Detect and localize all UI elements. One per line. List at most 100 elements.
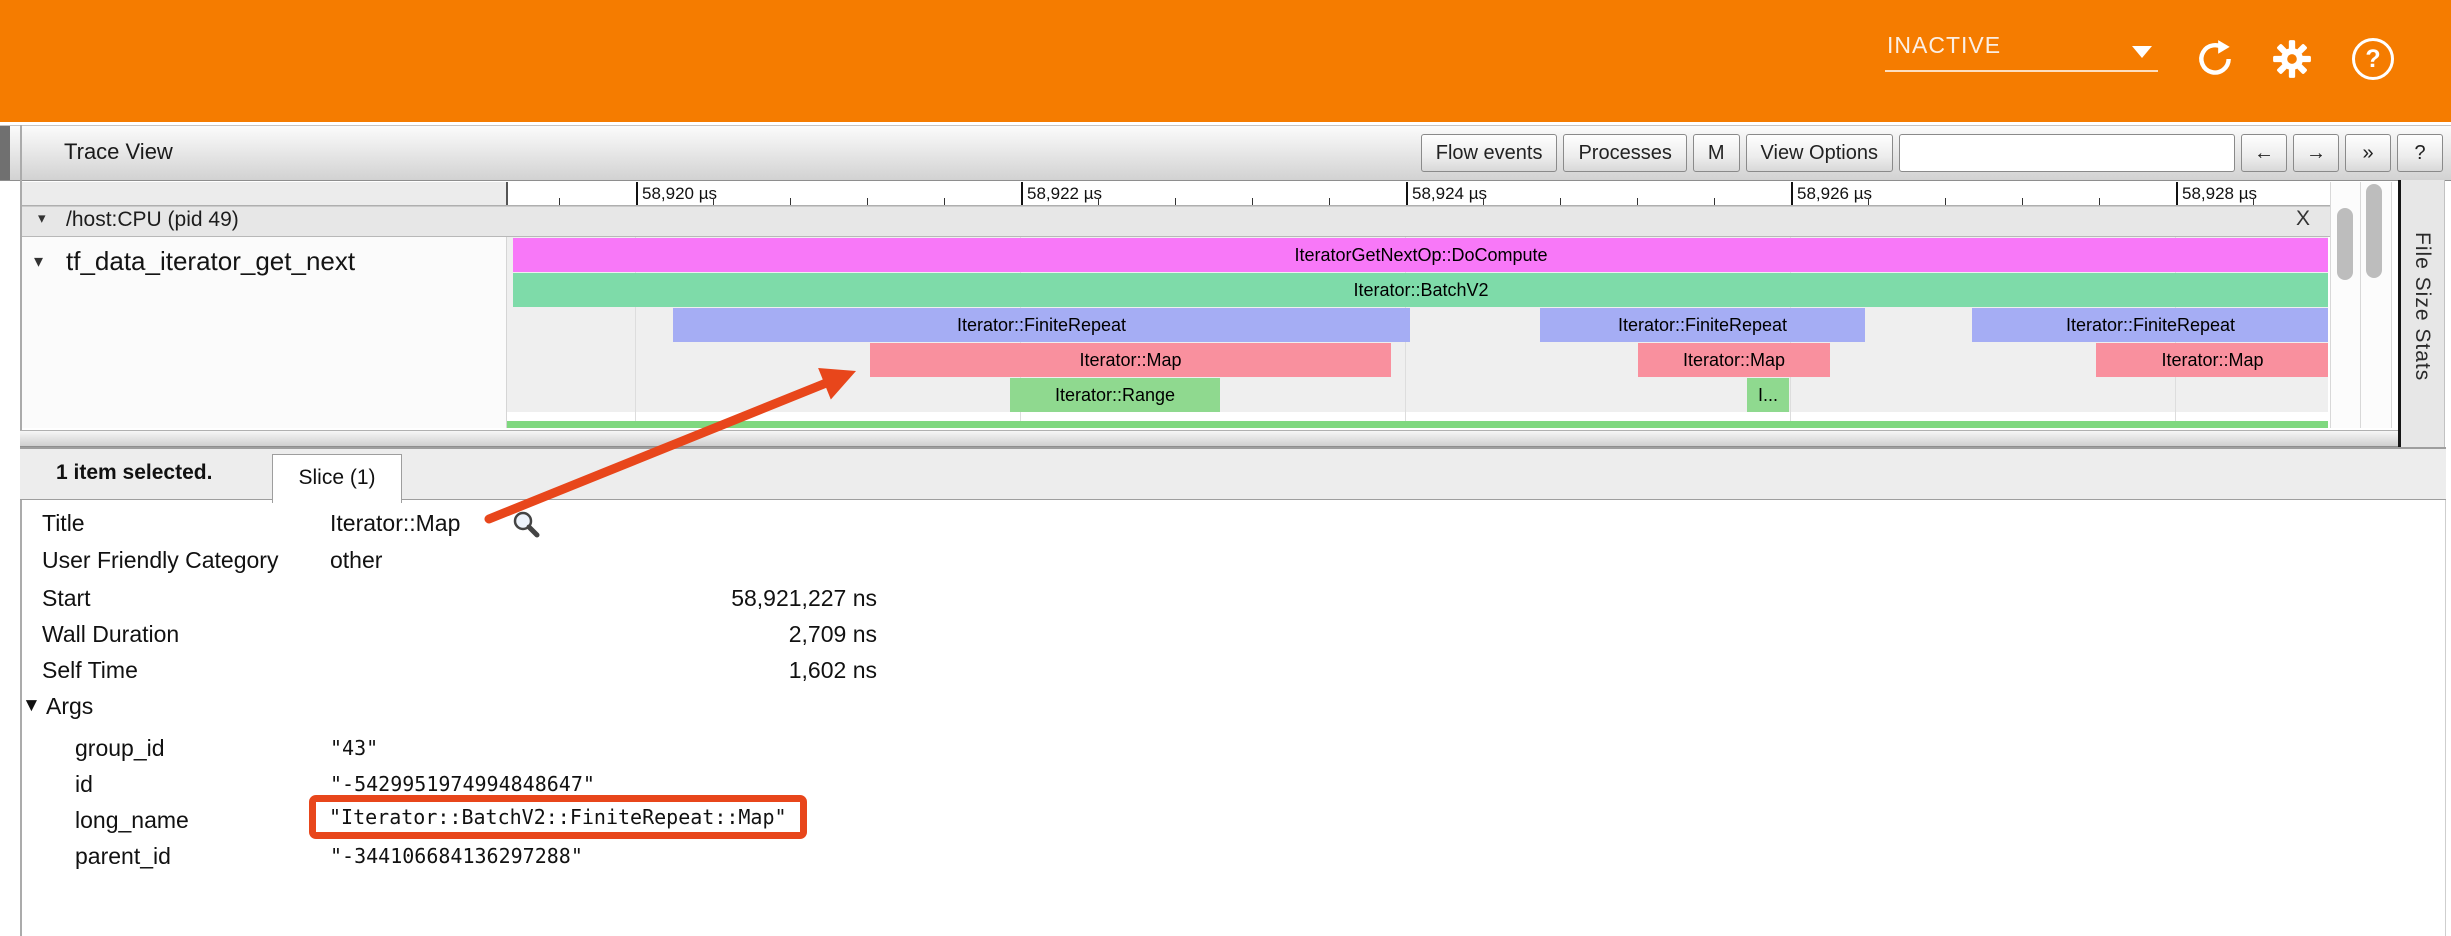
ruler-minor-tick	[559, 198, 560, 205]
refresh-icon[interactable]	[2194, 38, 2236, 80]
ruler-minor-tick	[713, 198, 714, 205]
trace-slice-iterator-finiterepeat[interactable]: Iterator::FiniteRepeat	[673, 308, 1410, 342]
toolbar-nav-group: ←→»?	[2241, 134, 2443, 172]
close-icon[interactable]: X	[2288, 207, 2318, 235]
trace-slice-iterator-range[interactable]: Iterator::Range	[1010, 378, 1220, 412]
timeline-canvas[interactable]: IteratorGetNextOp::DoComputeIterator::Ba…	[506, 237, 2328, 428]
arg-key: group_id	[75, 730, 165, 766]
detail-label: Title	[42, 505, 85, 541]
nav-left-button[interactable]: ←	[2241, 134, 2287, 172]
ruler-minor-tick	[1329, 198, 1330, 205]
ruler-minor-tick	[944, 198, 945, 205]
detail-row-user-friendly-category: User Friendly Category other	[20, 542, 1220, 578]
process-label: /host:CPU (pid 49)	[66, 208, 239, 232]
ruler-minor-tick	[867, 198, 868, 205]
ruler-minor-tick	[2022, 198, 2023, 205]
run-selector-dropdown[interactable]: INACTIVE	[1885, 30, 2158, 72]
time-ruler[interactable]: 58,920 µs 58,922 µs 58,924 µs 58,926 µs 58,9…	[506, 182, 2328, 205]
ruler-minor-tick	[1483, 198, 1484, 205]
ruler-tick-label: 58,926 µs	[1797, 182, 1872, 205]
ruler-minor-tick	[1252, 198, 1253, 205]
ruler-major-tick	[1021, 182, 1023, 205]
details-content: TitleIterator::MapUser Friendly Category…	[20, 500, 2446, 936]
detail-label: Self Time	[42, 652, 138, 688]
ruler-minor-tick	[1868, 198, 1869, 205]
process-header-row[interactable]: ▾ /host:CPU (pid 49) X	[22, 206, 2330, 237]
arg-row-parent-id: parent_id "-344106684136297288"	[20, 838, 1220, 874]
tab-slice[interactable]: Slice (1)	[272, 454, 402, 503]
gear-icon[interactable]	[2271, 38, 2313, 80]
scrollbar-thumb[interactable]	[2337, 208, 2353, 280]
detail-value-start: 58,921,227 ns	[330, 580, 877, 616]
detail-value-wall-duration: 2,709 ns	[330, 616, 877, 652]
arg-row-group-id: group_id "43"	[20, 730, 1220, 766]
toolbar-controls: Flow eventsProcessesMView Options ←→»?	[1421, 134, 2443, 172]
arg-key: id	[75, 766, 93, 802]
ruler-tick-label: 58,920 µs	[642, 182, 717, 205]
arg-row-long-name: long_name"Iterator::BatchV2::FiniteRepea…	[20, 802, 1220, 838]
detail-value-self-time: 1,602 ns	[330, 652, 877, 688]
detail-value-user-friendly-category: other	[330, 542, 382, 578]
args-section-header: ▼ Args	[20, 688, 1220, 724]
collapse-caret-icon[interactable]: ▾	[34, 251, 43, 272]
ruler-minor-tick	[1560, 198, 1561, 205]
app-header: INACTIVE ?	[0, 0, 2451, 122]
collapse-triangle-icon[interactable]: ▼	[22, 688, 41, 724]
ruler-tick-label: 58,922 µs	[1027, 182, 1102, 205]
detail-row-title: Title Iterator::Map	[20, 505, 1220, 541]
scrollbar-thumb[interactable]	[2366, 184, 2382, 278]
nav-right-button[interactable]: →	[2293, 134, 2339, 172]
app-root: INACTIVE ? Trace View Flow eventsProcess…	[0, 0, 2451, 936]
nav-more-button[interactable]: »	[2345, 134, 2391, 172]
detail-label: User Friendly Category	[42, 542, 278, 578]
trace-slice-iterator-map[interactable]: Iterator::Map	[2096, 343, 2328, 377]
side-notch	[0, 126, 10, 180]
toolbar-button-m[interactable]: M	[1693, 134, 1740, 172]
ruler-minor-tick	[790, 198, 791, 205]
ruler-left-filler	[22, 182, 506, 205]
ruler-tick-label: 58,928 µs	[2182, 182, 2257, 205]
args-label: Args	[46, 688, 93, 724]
help-icon[interactable]: ?	[2352, 38, 2394, 80]
ruler-major-tick	[636, 182, 638, 205]
arg-key: parent_id	[75, 838, 171, 874]
detail-label: Start	[42, 580, 91, 616]
arg-value-parent-id: "-344106684136297288"	[330, 838, 583, 874]
ruler-minor-tick	[1098, 198, 1099, 205]
detail-row-wall-duration: Wall Duration 2,709 ns	[20, 616, 1220, 652]
toolbar-button-group: Flow eventsProcessesMView Options	[1421, 134, 1893, 172]
arg-value-group-id: "43"	[330, 730, 378, 766]
toolbar-button-flow-events[interactable]: Flow events	[1421, 134, 1558, 172]
ruler-minor-tick	[1637, 198, 1638, 205]
horizontal-splitter[interactable]	[20, 430, 2398, 447]
canvas-white-band	[507, 412, 2328, 421]
ruler-minor-tick	[2253, 198, 2254, 205]
trace-view-toolbar: Trace View Flow eventsProcessesMView Opt…	[0, 125, 2451, 181]
trace-slice-iterator-finiterepeat[interactable]: Iterator::FiniteRepeat	[1540, 308, 1865, 342]
trace-slice-iteratorgetnextop-docompute[interactable]: IteratorGetNextOp::DoCompute	[513, 238, 2328, 272]
toolbar-button-view-options[interactable]: View Options	[1746, 134, 1893, 172]
ruler-tick-label: 58,924 µs	[1412, 182, 1487, 205]
trace-slice-iterator-map[interactable]: Iterator::Map	[870, 343, 1391, 377]
ruler-major-tick	[2176, 182, 2178, 205]
arg-value-long-name: "Iterator::BatchV2::FiniteRepeat::Map"	[309, 795, 807, 839]
trace-slice-iterator-map[interactable]: Iterator::Map	[1638, 343, 1830, 377]
trace-slice-i[interactable]: I...	[1747, 378, 1789, 412]
ruler-minor-tick	[1175, 198, 1176, 205]
detail-value-title: Iterator::Map	[330, 505, 460, 541]
run-selector-value: INACTIVE	[1887, 32, 2001, 59]
detail-label: Wall Duration	[42, 616, 179, 652]
magnifier-icon[interactable]	[511, 509, 541, 539]
toolbar-button-processes[interactable]: Processes	[1563, 134, 1686, 172]
selection-status: 1 item selected.	[56, 461, 212, 485]
collapse-caret-icon[interactable]: ▾	[38, 209, 46, 227]
trace-slice-iterator-finiterepeat[interactable]: Iterator::FiniteRepeat	[1972, 308, 2328, 342]
arg-key: long_name	[75, 802, 189, 838]
nav-help-button[interactable]: ?	[2397, 134, 2443, 172]
ruler-minor-tick	[1945, 198, 1946, 205]
search-input[interactable]	[1899, 134, 2235, 172]
chevron-down-icon	[2132, 46, 2152, 58]
trace-slice-iterator-batchv2[interactable]: Iterator::BatchV2	[513, 273, 2328, 307]
file-size-stats-label: File Size Stats	[2410, 232, 2434, 381]
detail-row-start: Start 58,921,227 ns	[20, 580, 1220, 616]
